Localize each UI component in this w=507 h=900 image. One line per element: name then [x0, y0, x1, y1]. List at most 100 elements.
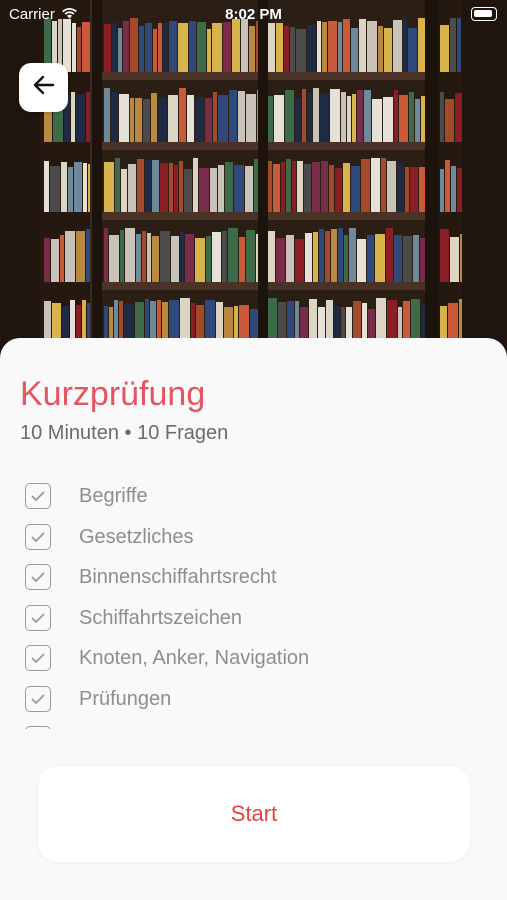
book-spine [421, 96, 425, 142]
book-spine [111, 92, 118, 142]
book-spine [335, 168, 342, 212]
category-item[interactable]: Prüfungen [25, 679, 485, 720]
book-spine [367, 235, 374, 282]
book-spine [307, 25, 316, 72]
book-spine [352, 94, 356, 142]
book-spine [60, 235, 64, 282]
book-spine [136, 234, 141, 282]
book-spine [163, 23, 168, 72]
checkbox-checked-icon[interactable] [25, 604, 51, 631]
book-spine [254, 159, 258, 212]
book-spine [285, 90, 294, 142]
category-item[interactable]: Binnenschiffahrtsrecht [25, 557, 485, 598]
book-spine [142, 231, 146, 282]
category-label: Binnenschiffahrtsrecht [79, 566, 277, 588]
book-spine [394, 235, 402, 282]
book-spine [145, 23, 152, 72]
book-spine [158, 98, 167, 142]
book-spine [143, 99, 150, 142]
book-spine [112, 23, 117, 72]
book-spine [361, 159, 370, 212]
category-item[interactable]: Begriffe [25, 476, 485, 517]
book-spine [193, 158, 198, 212]
book-spine [371, 158, 380, 212]
category-item[interactable]: Schiffahrtszeichen [25, 598, 485, 639]
book-spine [86, 92, 90, 142]
category-item[interactable]: Gesetzliches [25, 517, 485, 558]
book-spine [325, 231, 330, 282]
book-spine [104, 228, 108, 282]
checkbox-checked-icon[interactable] [25, 483, 51, 509]
book-spine [130, 98, 134, 142]
checkbox-checked-icon[interactable] [25, 564, 51, 590]
checkbox-checked-icon[interactable] [25, 645, 51, 671]
book-spine [218, 95, 228, 142]
book-spine [290, 27, 295, 72]
book-spine [347, 96, 351, 142]
book-spine [397, 163, 404, 212]
book-spine [76, 94, 85, 142]
book-spine [223, 22, 231, 72]
book-spine [304, 164, 311, 212]
quiz-title: Kurzprüfung [20, 375, 206, 413]
book-spine [179, 88, 186, 142]
book-spine [445, 160, 450, 212]
book-spine [276, 23, 283, 72]
book-spine [367, 21, 377, 72]
checkbox-checked-icon[interactable] [25, 523, 51, 550]
book-spine [451, 166, 456, 212]
book-spine [307, 92, 312, 142]
book-spine [408, 28, 417, 72]
book-spine [274, 95, 284, 142]
start-button[interactable]: Start [38, 766, 470, 862]
book-spine [351, 166, 360, 212]
book-spine [302, 89, 306, 142]
book-spine [284, 26, 289, 72]
book-spine [82, 22, 90, 72]
book-spine [331, 229, 337, 282]
book-spine [104, 162, 114, 212]
book-spine [115, 158, 120, 212]
book-spine [207, 29, 211, 72]
category-item[interactable] [25, 719, 485, 729]
category-label: Gesetzliches [79, 525, 194, 548]
book-spine [292, 161, 296, 212]
book-spine [440, 92, 444, 142]
checkbox-checked-icon[interactable] [25, 685, 51, 712]
book-spine [409, 92, 414, 142]
book-spine [152, 236, 159, 282]
book-spine [137, 159, 144, 212]
book-spine [246, 230, 255, 282]
book-spine [160, 231, 170, 282]
book-spine [218, 165, 224, 212]
book-spine [74, 162, 82, 212]
book-spine [153, 29, 157, 72]
book-spine [320, 93, 329, 142]
checkbox-checked-icon[interactable] [25, 726, 51, 729]
status-bar: Carrier 8:02 PM [0, 0, 507, 28]
book-spine [246, 94, 256, 142]
book-spine [394, 90, 398, 142]
hero-image [0, 0, 507, 360]
book-spine [125, 228, 135, 282]
book-spine [313, 88, 319, 142]
back-button[interactable] [19, 63, 68, 112]
book-spine [295, 239, 304, 282]
book-spine [228, 228, 238, 282]
category-label: Knoten, Anker, Navigation [79, 647, 310, 669]
book-spine [128, 164, 136, 212]
book-spine [403, 236, 412, 282]
book-spine [210, 168, 217, 212]
book-spine [344, 235, 348, 282]
book-spine [187, 95, 194, 142]
book-spine [145, 160, 151, 212]
book-spine [268, 23, 275, 72]
category-item[interactable]: Knoten, Anker, Navigation [25, 638, 485, 679]
book-spine [44, 238, 50, 282]
book-spine [77, 27, 81, 72]
book-spine [295, 98, 301, 142]
book-spine [50, 166, 60, 212]
book-spine [445, 99, 454, 142]
book-spine [415, 99, 420, 142]
book-spine [249, 26, 255, 72]
